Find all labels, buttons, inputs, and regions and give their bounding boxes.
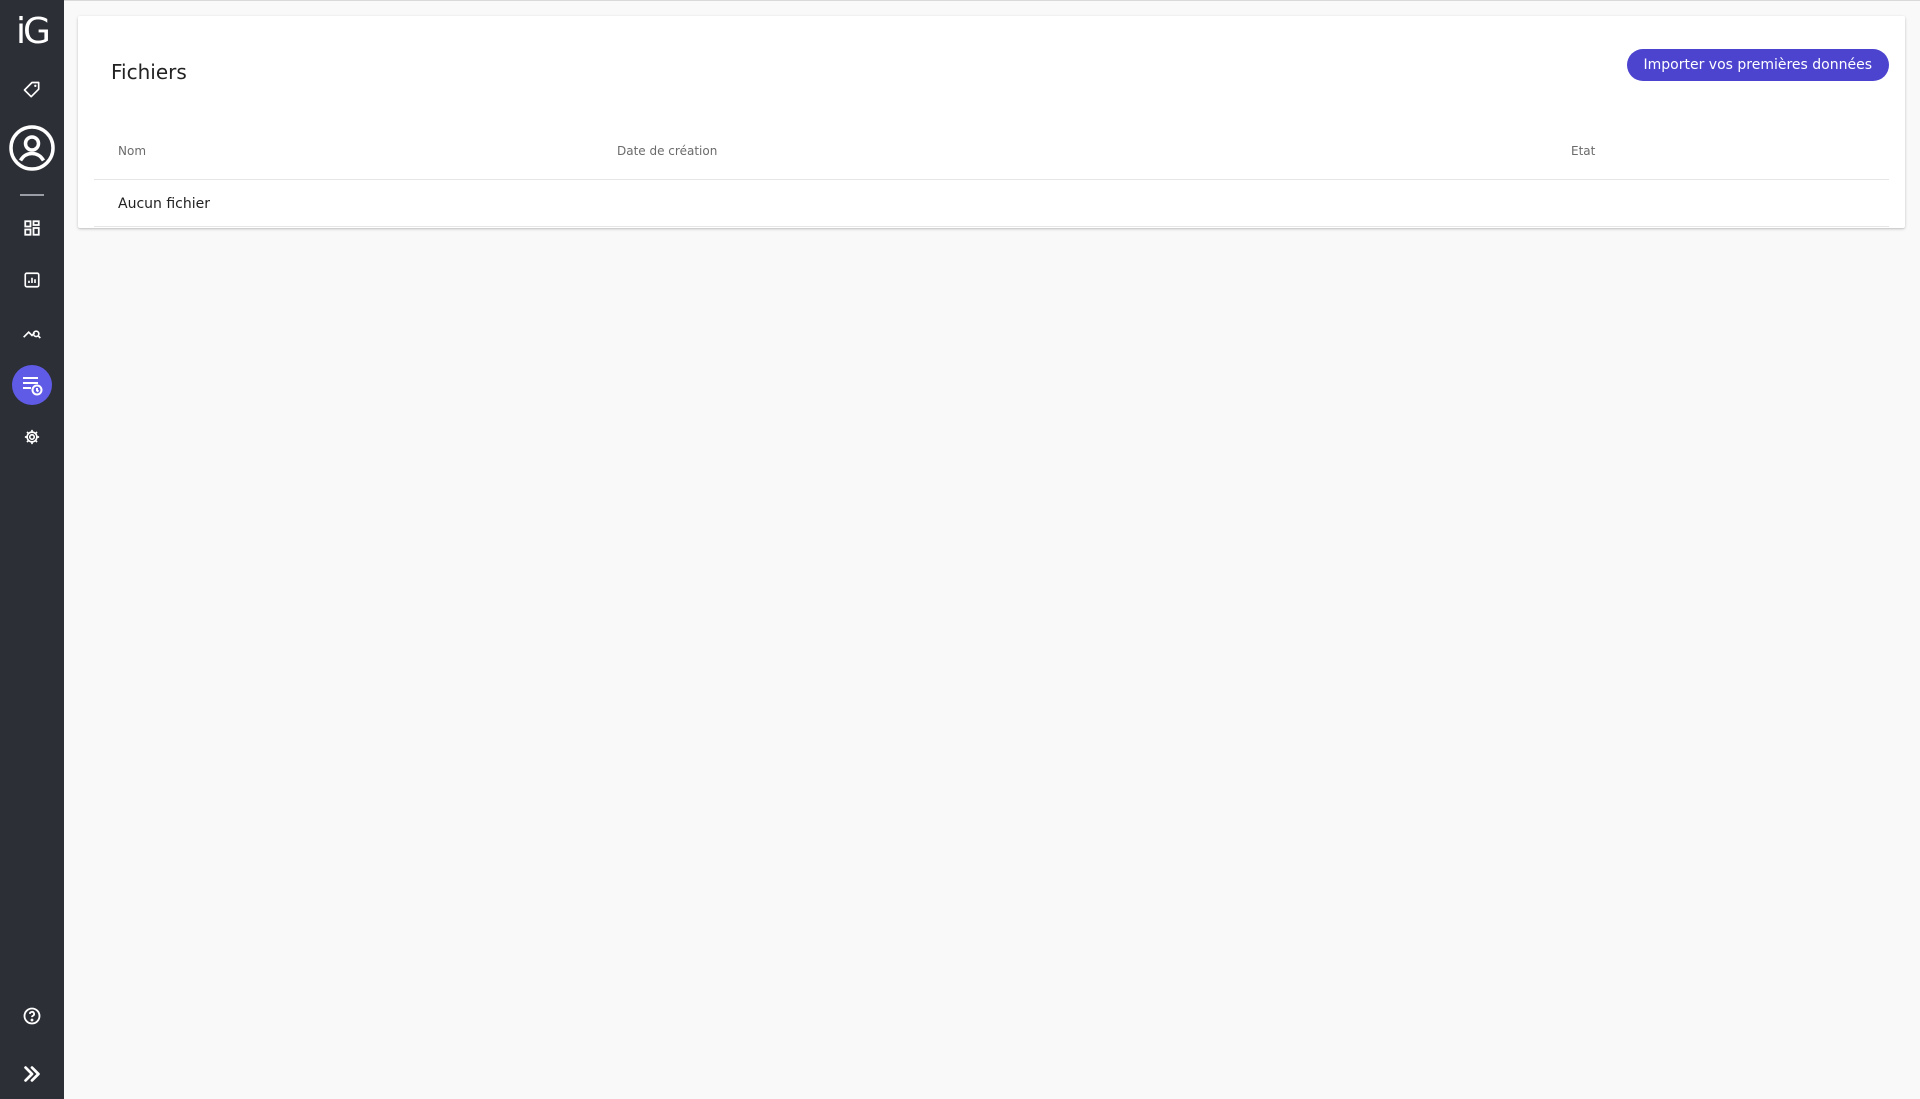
column-header-state[interactable]: Etat (1571, 144, 1595, 158)
gear-icon[interactable] (12, 417, 52, 457)
page-title: Fichiers (111, 60, 187, 84)
data-files-icon[interactable] (12, 365, 52, 405)
import-data-button[interactable]: Importer vos premières données (1626, 49, 1889, 81)
sidebar: iG (0, 0, 64, 1099)
table-row: Aucun fichier (94, 180, 1889, 227)
top-border (0, 0, 1920, 1)
sidebar-divider (20, 194, 44, 196)
app-logo[interactable]: iG (0, 8, 64, 56)
report-chart-icon[interactable] (12, 260, 52, 300)
user-circle-icon[interactable] (8, 124, 56, 172)
help-icon[interactable] (12, 996, 52, 1036)
analytics-search-icon[interactable] (12, 313, 52, 353)
column-header-created-date[interactable]: Date de création (617, 144, 717, 158)
column-header-name[interactable]: Nom (118, 144, 146, 158)
tag-icon[interactable] (12, 70, 52, 110)
files-table: Nom Date de création Etat Aucun fichier (94, 120, 1889, 227)
table-header: Nom Date de création Etat (94, 120, 1889, 180)
empty-table-message: Aucun fichier (118, 196, 210, 212)
expand-icon[interactable] (12, 1054, 52, 1094)
dashboard-grid-icon[interactable] (12, 208, 52, 248)
files-card: Fichiers Importer vos premières données … (78, 16, 1905, 228)
